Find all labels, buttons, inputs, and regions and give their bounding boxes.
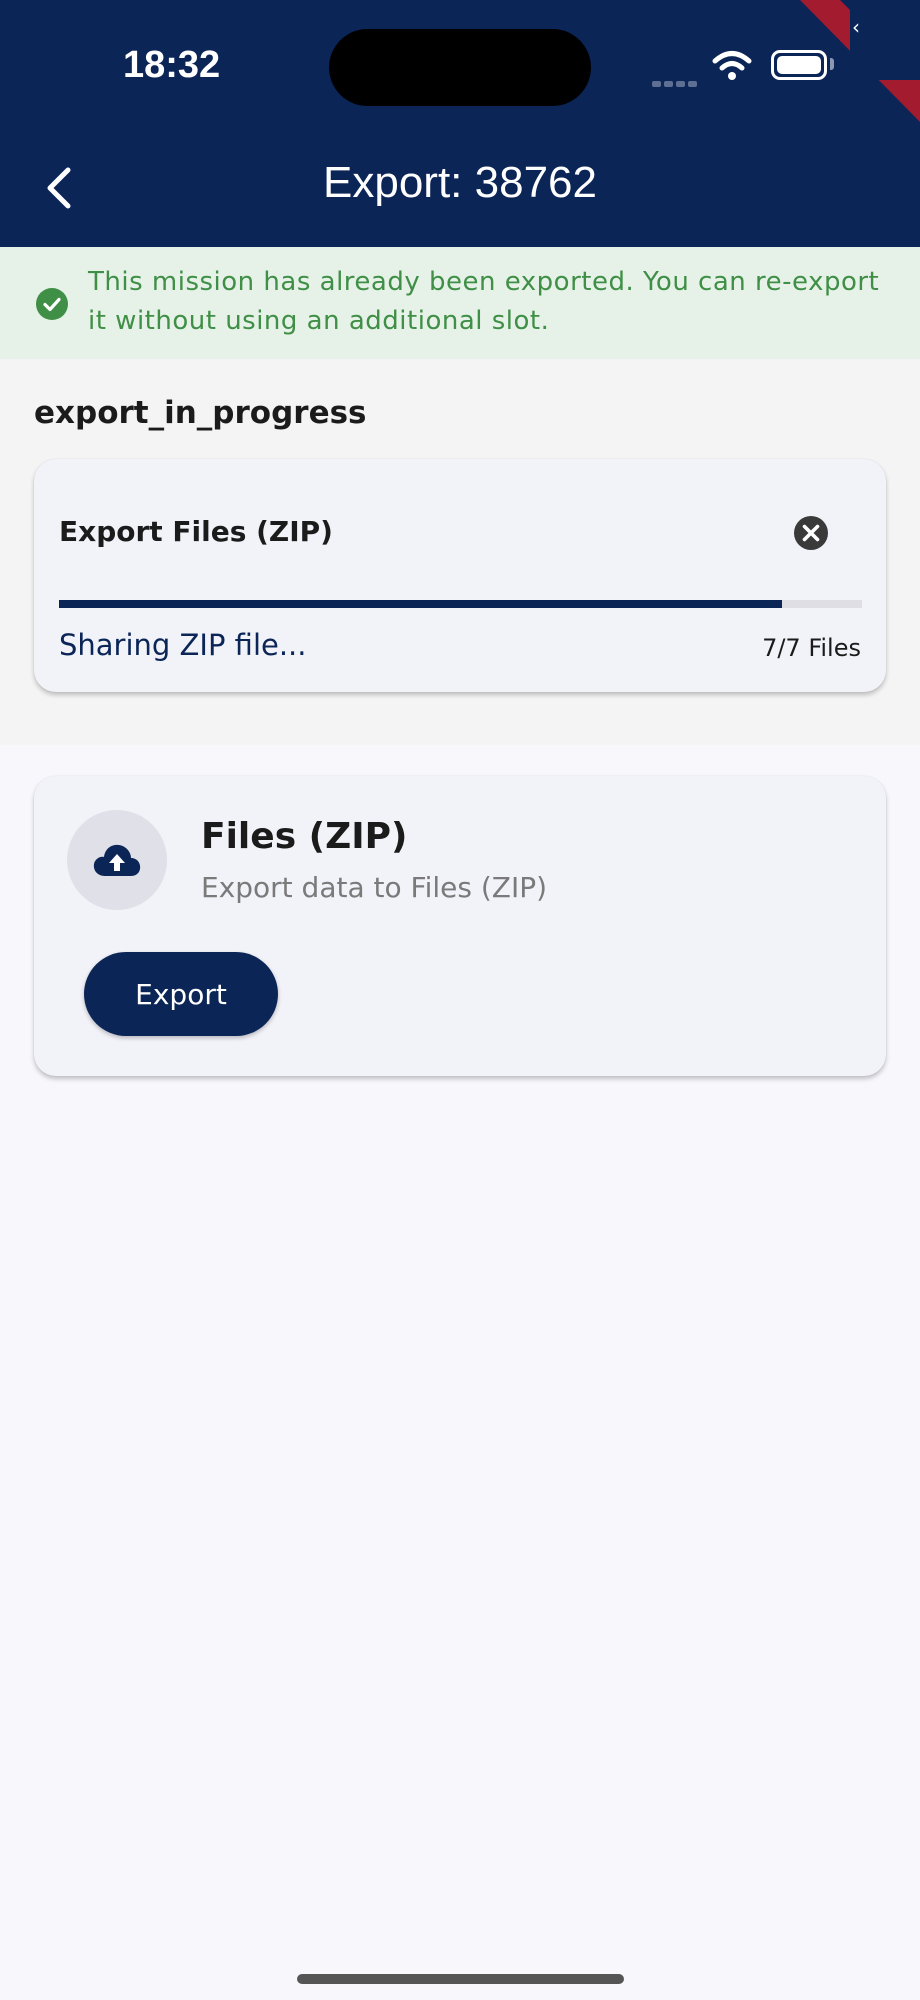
progress-bar-fill (59, 600, 782, 608)
export-option-title: Files (ZIP) (201, 816, 408, 857)
wifi-icon (712, 51, 752, 80)
page-title: Export: 38762 (323, 158, 597, 207)
export-option-subtitle: Export data to Files (ZIP) (201, 871, 548, 904)
progress-status-text: Sharing ZIP file... (59, 628, 307, 662)
home-indicator (297, 1974, 624, 1984)
progress-bar (59, 600, 862, 608)
svg-text:‹: ‹ (852, 15, 860, 39)
check-circle-icon (36, 288, 68, 320)
cellular-signal-icon (652, 72, 700, 91)
debug-banner: ‹ (800, 0, 920, 122)
export-option-avatar (67, 810, 167, 910)
file-counter: 7/7 Files (762, 634, 861, 662)
export-button[interactable]: Export (84, 952, 278, 1036)
close-circle-icon[interactable] (793, 515, 829, 551)
section-heading: export_in_progress (34, 395, 367, 431)
cloud-upload-icon (93, 844, 141, 876)
status-time: 18:32 (123, 44, 221, 86)
dynamic-island (329, 29, 591, 106)
progress-card-title: Export Files (ZIP) (59, 515, 333, 548)
notice-text: This mission has already been exported. … (88, 267, 880, 336)
